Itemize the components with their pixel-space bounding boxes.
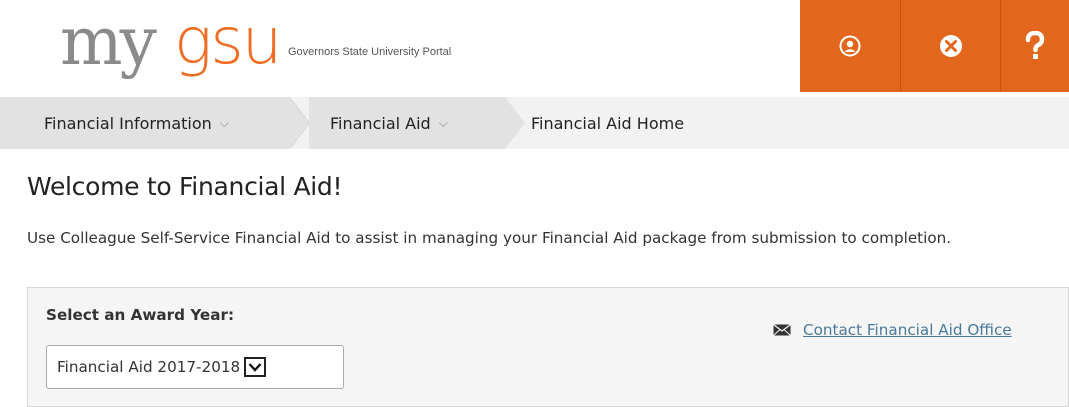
breadcrumb-item-financial-information[interactable]: Financial Information ⌵ xyxy=(44,97,229,149)
chevron-down-icon: ⌵ xyxy=(438,115,448,130)
page-intro: Use Colleague Self-Service Financial Aid… xyxy=(27,229,952,247)
award-year-panel: Select an Award Year: Financial Aid 2017… xyxy=(27,287,1069,407)
breadcrumb-separator xyxy=(289,97,309,149)
sign-out-icon xyxy=(939,35,962,57)
logo-gsu-text: gsu xyxy=(174,5,282,79)
breadcrumb-item-financial-aid-home: Financial Aid Home xyxy=(531,97,684,149)
chevron-down-icon[interactable] xyxy=(244,357,267,377)
breadcrumb: Financial Information ⌵ Financial Aid ⌵ … xyxy=(0,97,1069,149)
breadcrumb-label: Financial Information xyxy=(44,113,212,133)
sign-out-button[interactable] xyxy=(900,0,1000,92)
portal-header: my gsu Governors State University Portal xyxy=(0,0,1069,92)
contact-financial-aid-office-link[interactable]: Contact Financial Aid Office xyxy=(803,321,1012,339)
header-actions xyxy=(800,0,1069,92)
breadcrumb-label: Financial Aid Home xyxy=(531,113,685,133)
logo-tagline: Governors State University Portal xyxy=(288,46,452,58)
award-year-select[interactable]: Financial Aid 2017-2018 xyxy=(46,345,344,389)
award-year-selected-value: Financial Aid 2017-2018 xyxy=(57,358,241,376)
user-profile-button[interactable] xyxy=(800,0,900,92)
breadcrumb-separator xyxy=(505,97,525,149)
help-icon xyxy=(1025,31,1045,59)
help-button[interactable] xyxy=(1000,0,1069,92)
envelope-icon xyxy=(773,324,791,336)
award-year-label: Select an Award Year: xyxy=(46,306,235,324)
contact-financial-aid: Contact Financial Aid Office xyxy=(773,321,1012,339)
mygsu-logo[interactable]: my gsu Governors State University Portal xyxy=(60,3,520,88)
breadcrumb-item-financial-aid[interactable]: Financial Aid ⌵ xyxy=(330,97,448,149)
logo-my-text: my xyxy=(60,3,157,80)
chevron-down-icon: ⌵ xyxy=(219,115,229,130)
page-title: Welcome to Financial Aid! xyxy=(27,172,343,201)
breadcrumb-label: Financial Aid xyxy=(330,113,431,133)
user-icon xyxy=(839,35,861,57)
